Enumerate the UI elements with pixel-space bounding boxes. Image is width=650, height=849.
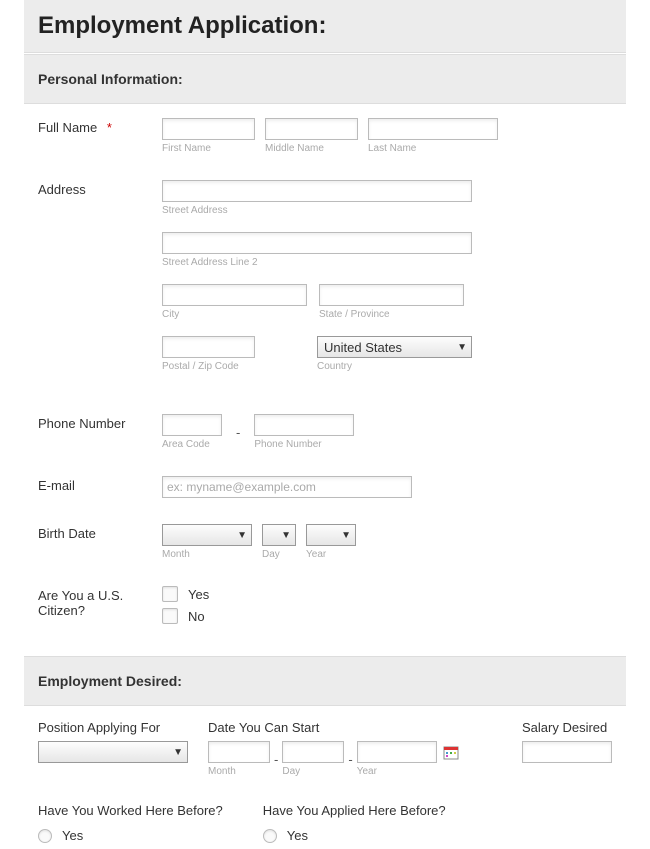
form-container: Employment Application: Personal Informa…: [24, 0, 626, 849]
citizen-yes-row: Yes: [162, 586, 612, 602]
middle-name-input[interactable]: [265, 118, 358, 140]
field-email: E-mail: [38, 476, 612, 498]
street1-input[interactable]: [162, 180, 472, 202]
date-separator-1: -: [270, 752, 282, 767]
citizen-no-label: No: [188, 609, 205, 624]
position-select[interactable]: . ▼: [38, 741, 188, 763]
date-separator-2: -: [344, 752, 356, 767]
phone-separator: -: [232, 425, 244, 440]
city-input[interactable]: [162, 284, 307, 306]
first-name-input[interactable]: [162, 118, 255, 140]
label-worked-before: Have You Worked Here Before?: [38, 803, 223, 818]
state-input[interactable]: [319, 284, 464, 306]
label-salary: Salary Desired: [522, 720, 612, 735]
birth-day-select[interactable]: . ▼: [262, 524, 296, 546]
field-salary: Salary Desired: [522, 720, 612, 763]
label-position: Position Applying For: [38, 720, 188, 735]
citizen-inputs: Yes No: [162, 586, 612, 630]
label-phone: Phone Number: [38, 414, 162, 431]
phone-number-input[interactable]: [254, 414, 354, 436]
worked-before-yes-label: Yes: [62, 828, 83, 843]
label-citizen: Are You a U.S. Citizen?: [38, 586, 162, 618]
field-start-date: Date You Can Start Month - Day - Year: [208, 720, 459, 777]
start-month-sublabel: Month: [208, 766, 270, 777]
birth-year-sublabel: Year: [306, 549, 356, 560]
citizen-no-checkbox[interactable]: [162, 608, 178, 624]
chevron-down-icon: ▼: [281, 530, 291, 541]
street2-sublabel: Street Address Line 2: [162, 257, 612, 268]
section-body-employment: Position Applying For . ▼ Date You Can S…: [24, 706, 626, 849]
area-code-input[interactable]: [162, 414, 222, 436]
first-name-sublabel: First Name: [162, 143, 255, 154]
phone-number-sublabel: Phone Number: [254, 439, 354, 450]
label-applied-before: Have You Applied Here Before?: [263, 803, 446, 818]
field-position: Position Applying For . ▼: [38, 720, 188, 763]
birth-month-sublabel: Month: [162, 549, 252, 560]
citizen-no-row: No: [162, 608, 612, 624]
field-full-name: Full Name * First Name Middle Name Last …: [38, 118, 612, 154]
employment-row1: Position Applying For . ▼ Date You Can S…: [38, 720, 612, 777]
field-citizen: Are You a U.S. Citizen? Yes No: [38, 586, 612, 630]
last-name-sublabel: Last Name: [368, 143, 498, 154]
street1-sublabel: Street Address: [162, 205, 612, 216]
city-sublabel: City: [162, 309, 307, 320]
country-select[interactable]: United States ▼: [317, 336, 472, 358]
start-year-sublabel: Year: [357, 766, 437, 777]
page-title: Employment Application:: [24, 0, 626, 53]
required-mark: *: [107, 120, 112, 135]
state-sublabel: State / Province: [319, 309, 464, 320]
label-email: E-mail: [38, 476, 162, 493]
postal-sublabel: Postal / Zip Code: [162, 361, 255, 372]
field-phone: Phone Number Area Code - Phone Number: [38, 414, 612, 450]
middle-name-sublabel: Middle Name: [265, 143, 358, 154]
country-select-value: United States: [324, 340, 402, 355]
section-header-employment: Employment Desired:: [24, 656, 626, 706]
field-applied-before: Have You Applied Here Before? Yes: [263, 803, 446, 849]
country-sublabel: Country: [317, 361, 472, 372]
section-body-personal: Full Name * First Name Middle Name Last …: [24, 104, 626, 630]
chevron-down-icon: ▼: [237, 530, 247, 541]
employment-row2: Have You Worked Here Before? Yes Have Yo…: [38, 803, 612, 849]
field-worked-before: Have You Worked Here Before? Yes: [38, 803, 223, 849]
field-address: Address Street Address Street Address Li…: [38, 180, 612, 388]
worked-before-yes-radio[interactable]: [38, 829, 52, 843]
applied-before-yes-label: Yes: [287, 828, 308, 843]
birth-day-sublabel: Day: [262, 549, 296, 560]
label-address: Address: [38, 180, 162, 197]
label-full-name-text: Full Name: [38, 120, 97, 135]
chevron-down-icon: ▼: [457, 342, 467, 353]
birth-month-select[interactable]: . ▼: [162, 524, 252, 546]
email-input[interactable]: [162, 476, 412, 498]
phone-inputs: Area Code - Phone Number: [162, 414, 612, 450]
start-day-sublabel: Day: [282, 766, 344, 777]
citizen-yes-label: Yes: [188, 587, 209, 602]
address-inputs: Street Address Street Address Line 2 Cit…: [162, 180, 612, 388]
section-header-personal: Personal Information:: [24, 54, 626, 104]
applied-before-yes-radio[interactable]: [263, 829, 277, 843]
birth-inputs: . ▼ Month . ▼ Day . ▼: [162, 524, 612, 560]
full-name-inputs: First Name Middle Name Last Name: [162, 118, 612, 154]
email-input-wrap: [162, 476, 612, 498]
start-date-inputs: Month - Day - Year: [208, 741, 459, 777]
postal-input[interactable]: [162, 336, 255, 358]
applied-before-yes-row: Yes: [263, 828, 446, 843]
salary-input[interactable]: [522, 741, 612, 763]
calendar-icon[interactable]: [443, 744, 459, 760]
area-code-sublabel: Area Code: [162, 439, 222, 450]
label-start-date: Date You Can Start: [208, 720, 459, 735]
street2-input[interactable]: [162, 232, 472, 254]
worked-before-yes-row: Yes: [38, 828, 223, 843]
start-day-input[interactable]: [282, 741, 344, 763]
field-birth-date: Birth Date . ▼ Month . ▼ Day: [38, 524, 612, 560]
last-name-input[interactable]: [368, 118, 498, 140]
start-year-input[interactable]: [357, 741, 437, 763]
start-month-input[interactable]: [208, 741, 270, 763]
label-full-name: Full Name *: [38, 118, 162, 135]
chevron-down-icon: ▼: [173, 747, 183, 758]
birth-year-select[interactable]: . ▼: [306, 524, 356, 546]
citizen-yes-checkbox[interactable]: [162, 586, 178, 602]
label-birth-date: Birth Date: [38, 524, 162, 541]
chevron-down-icon: ▼: [341, 530, 351, 541]
